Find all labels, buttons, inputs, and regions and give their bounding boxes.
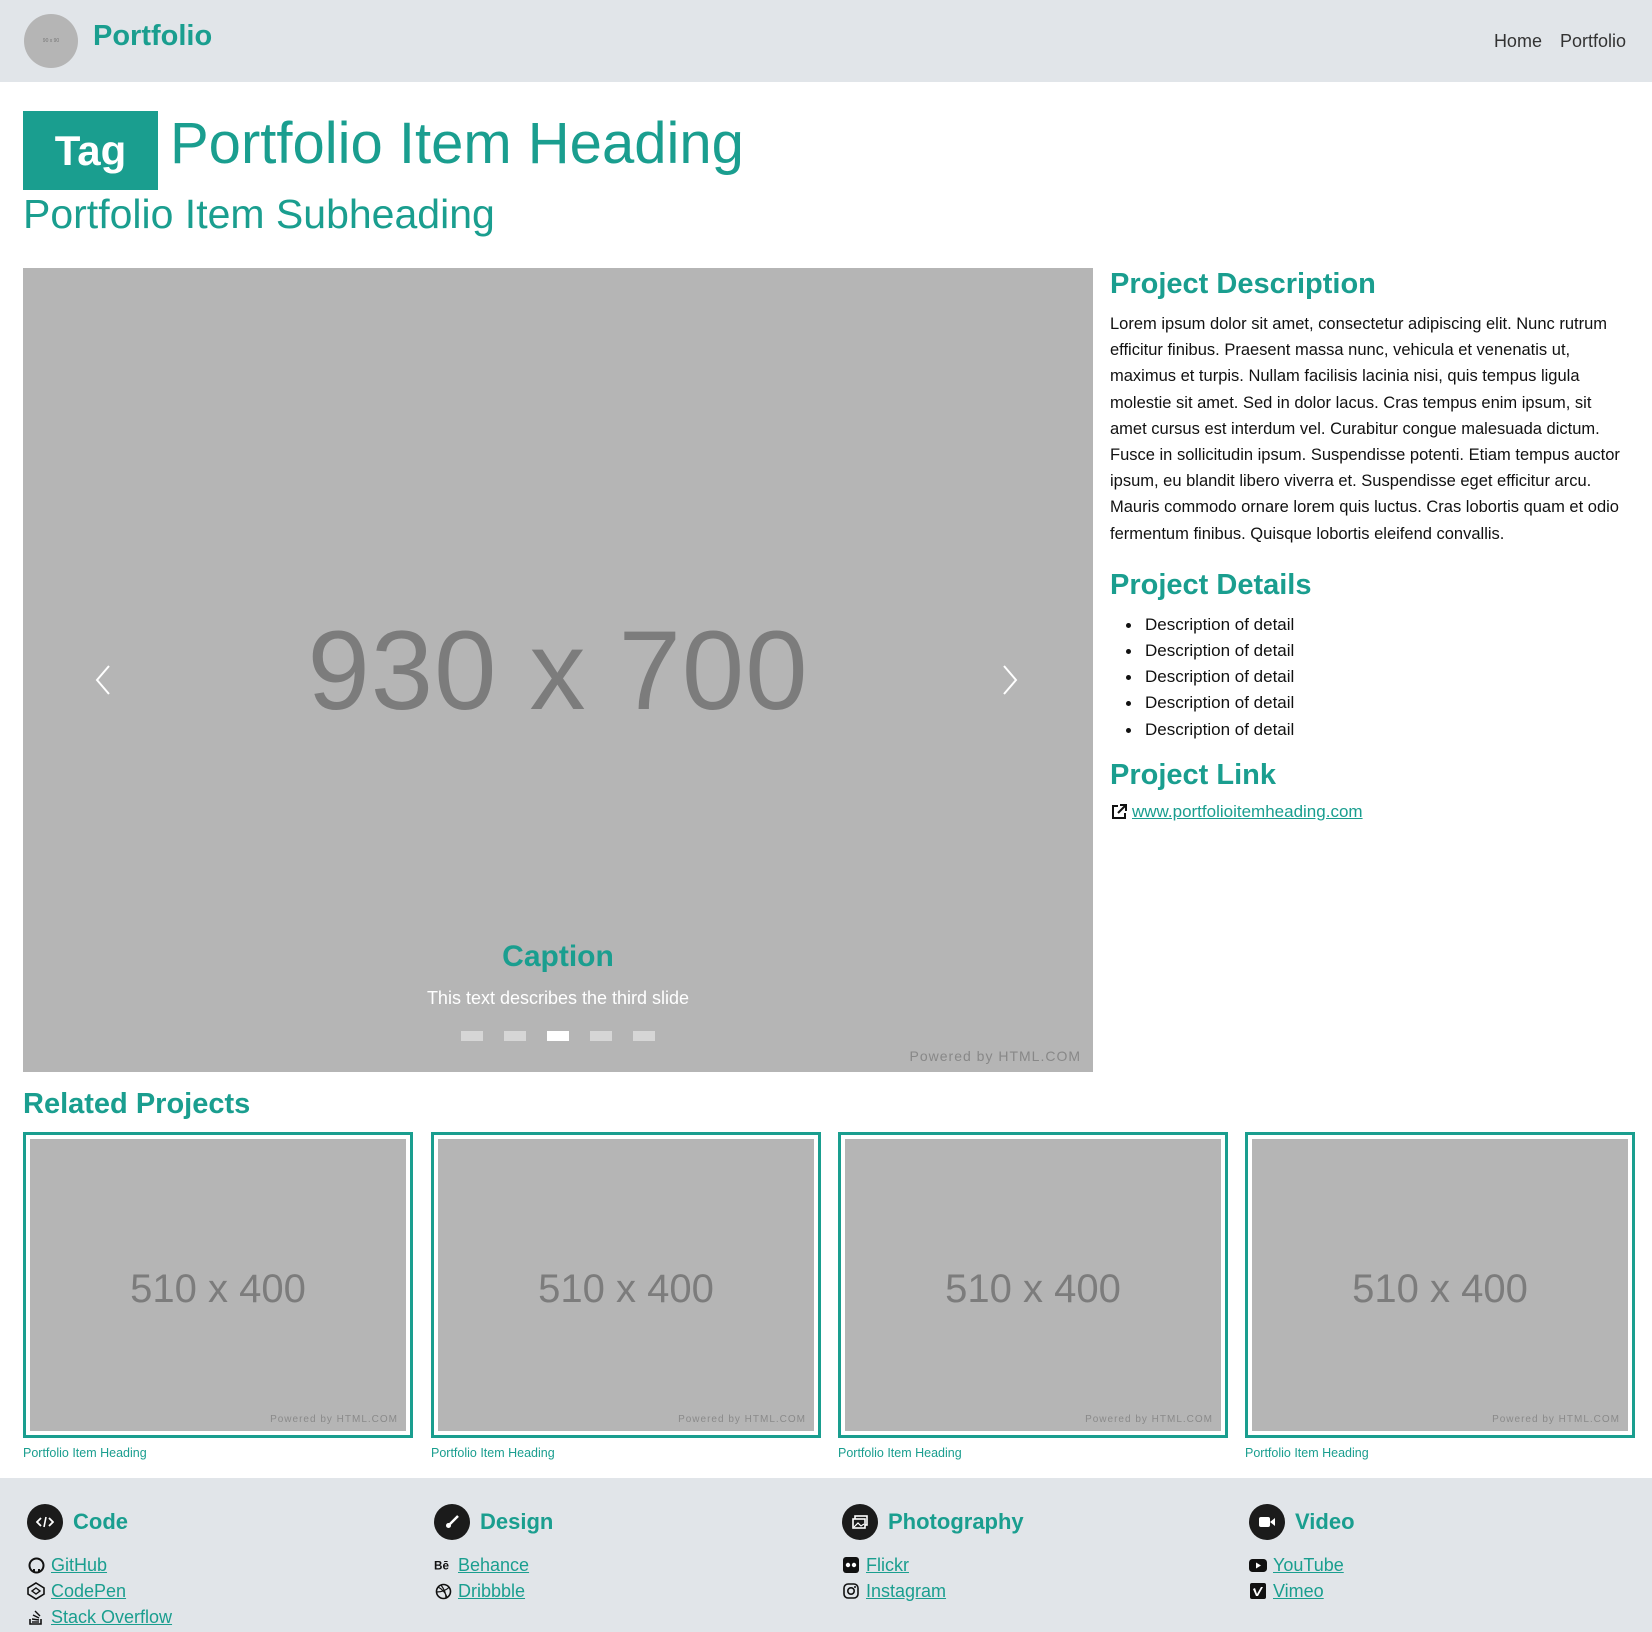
chevron-left-icon [95, 665, 110, 695]
logo-placeholder-text: 90 x 90 [42, 38, 60, 44]
powered-by-text: Powered by HTML.COM [1492, 1414, 1620, 1425]
related-image[interactable]: 510 x 400 Powered by HTML.COM [1252, 1139, 1628, 1431]
flickr-icon [842, 1556, 860, 1574]
nav-links: Home Portfolio [1494, 31, 1626, 52]
list-item: Description of detail [1110, 612, 1630, 638]
related-image-text: 510 x 400 [1352, 1267, 1528, 1311]
related-card[interactable]: 510 x 400 Powered by HTML.COM Portfolio … [1245, 1132, 1635, 1460]
footer-link-instagram[interactable]: Instagram [866, 1578, 946, 1604]
footer-heading: Code [73, 1509, 128, 1534]
tag-badge: Tag [23, 111, 158, 190]
project-link[interactable]: www.portfolioitemheading.com [1132, 802, 1363, 822]
related-card[interactable]: 510 x 400 Powered by HTML.COM Portfolio … [838, 1132, 1228, 1460]
powered-by-text: Powered by HTML.COM [1085, 1414, 1213, 1425]
image-carousel[interactable]: 930 x 700 Caption This text describes th… [23, 268, 1093, 1072]
related-card[interactable]: 510 x 400 Powered by HTML.COM Portfolio … [23, 1132, 413, 1460]
related-card-label[interactable]: Portfolio Item Heading [431, 1446, 821, 1460]
related-image-text: 510 x 400 [945, 1267, 1121, 1311]
chevron-right-icon [1003, 665, 1018, 695]
instagram-icon [842, 1582, 860, 1600]
footer-column-design: Design Bē Behance Dribbble [434, 1504, 553, 1604]
carousel-indicator-2[interactable] [504, 1031, 526, 1041]
carousel-indicator-1[interactable] [461, 1031, 483, 1041]
carousel-caption-text: This text describes the third slide [426, 988, 690, 1008]
list-item: Description of detail [1110, 638, 1630, 664]
related-image-text: 510 x 400 [538, 1267, 714, 1311]
description-title: Project Description [1110, 268, 1376, 300]
powered-by-text: Powered by HTML.COM [270, 1414, 398, 1425]
page-title: Portfolio Item Heading [170, 111, 744, 176]
code-icon [27, 1504, 63, 1540]
related-image[interactable]: 510 x 400 Powered by HTML.COM [845, 1139, 1221, 1431]
related-card-label[interactable]: Portfolio Item Heading [23, 1446, 413, 1460]
stackoverflow-icon [27, 1608, 45, 1626]
link-title: Project Link [1110, 758, 1276, 791]
related-card[interactable]: 510 x 400 Powered by HTML.COM Portfolio … [431, 1132, 821, 1460]
slide-placeholder-text: 930 x 700 [307, 608, 809, 733]
footer-link-github[interactable]: GitHub [51, 1552, 107, 1578]
footer-link-vimeo[interactable]: Vimeo [1273, 1578, 1324, 1604]
footer-column-video: Video YouTube Vimeo [1249, 1504, 1355, 1604]
related-image-text: 510 x 400 [130, 1267, 306, 1311]
footer-link-stackoverflow[interactable]: Stack Overflow [51, 1604, 172, 1630]
related-image[interactable]: 510 x 400 Powered by HTML.COM [438, 1139, 814, 1431]
external-link-icon [1112, 803, 1127, 819]
powered-by-text: Powered by HTML.COM [909, 1048, 1081, 1064]
related-card-label[interactable]: Portfolio Item Heading [1245, 1446, 1635, 1460]
related-card-label[interactable]: Portfolio Item Heading [838, 1446, 1228, 1460]
page-subtitle: Portfolio Item Subheading [23, 191, 495, 237]
carousel-indicator-3[interactable] [547, 1031, 569, 1041]
nav-link-home[interactable]: Home [1494, 31, 1542, 52]
logo-image[interactable]: 90 x 90 [24, 14, 78, 68]
footer-heading: Photography [888, 1509, 1024, 1534]
project-link-row: www.portfolioitemheading.com [1110, 802, 1630, 822]
list-item: Description of detail [1110, 690, 1630, 716]
carousel-indicators [23, 1031, 1093, 1041]
footer-heading: Design [480, 1509, 554, 1534]
svg-text:Bē: Bē [434, 1560, 449, 1573]
video-icon [1249, 1504, 1285, 1540]
project-info: Project Description Lorem ipsum dolor si… [1110, 268, 1630, 822]
behance-icon: Bē [434, 1556, 452, 1574]
footer-heading: Video [1295, 1509, 1355, 1534]
footer-link-flickr[interactable]: Flickr [866, 1552, 909, 1578]
footer-column-code: Code GitHub CodePen Stack Overflow [27, 1504, 172, 1630]
footer-link-dribbble[interactable]: Dribbble [458, 1578, 525, 1604]
navbar: 90 x 90 Portfolio Home Portfolio [0, 0, 1652, 82]
carousel-caption-title: Caption [502, 940, 614, 973]
dribbble-icon [434, 1582, 452, 1600]
youtube-icon [1249, 1556, 1267, 1574]
description-text: Lorem ipsum dolor sit amet, consectetur … [1110, 315, 1620, 543]
carousel-next-button[interactable] [990, 650, 1030, 710]
carousel-indicator-5[interactable] [633, 1031, 655, 1041]
related-projects-title: Related Projects [23, 1088, 251, 1120]
list-item: Description of detail [1110, 664, 1630, 690]
details-list: Description of detail Description of det… [1110, 612, 1630, 743]
images-icon [842, 1504, 878, 1540]
brush-icon [434, 1504, 470, 1540]
nav-link-portfolio[interactable]: Portfolio [1560, 31, 1626, 52]
footer-column-photography: Photography Flickr Instagram [842, 1504, 1024, 1604]
footer-link-codepen[interactable]: CodePen [51, 1578, 126, 1604]
footer-link-behance[interactable]: Behance [458, 1552, 529, 1578]
list-item: Description of detail [1110, 717, 1630, 743]
codepen-icon [27, 1582, 45, 1600]
powered-by-text: Powered by HTML.COM [678, 1414, 806, 1425]
carousel-indicator-4[interactable] [590, 1031, 612, 1041]
vimeo-icon [1249, 1582, 1267, 1600]
footer-link-youtube[interactable]: YouTube [1273, 1552, 1344, 1578]
github-icon [27, 1556, 45, 1574]
details-title: Project Details [1110, 568, 1312, 601]
footer: Code GitHub CodePen Stack Overflow Desig… [0, 1478, 1652, 1632]
related-image[interactable]: 510 x 400 Powered by HTML.COM [30, 1139, 406, 1431]
brand-link[interactable]: Portfolio [93, 20, 212, 53]
carousel-prev-button[interactable] [83, 650, 123, 710]
